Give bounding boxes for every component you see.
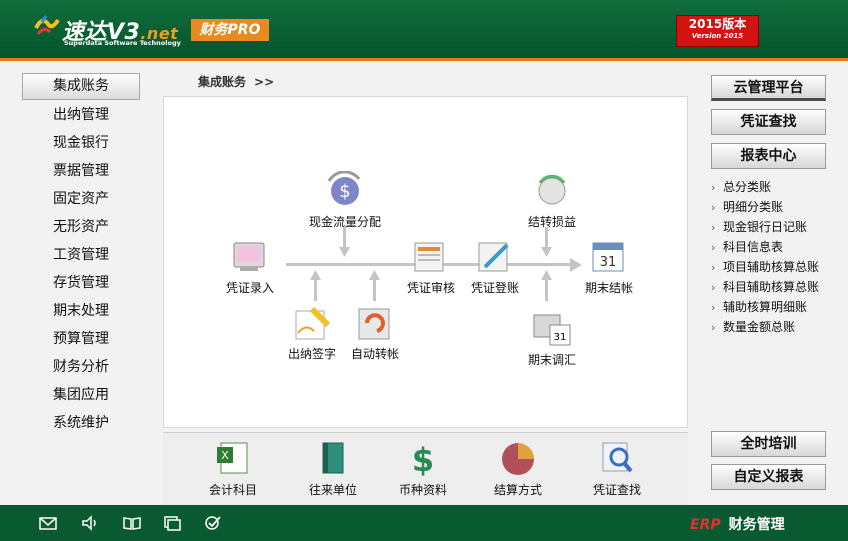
flow-line-cashier: [314, 279, 317, 301]
report-link-general-ledger[interactable]: › 总分类账: [711, 177, 826, 197]
book-icon[interactable]: [122, 515, 142, 531]
excel-icon: X: [213, 439, 253, 477]
nav-item-inventory[interactable]: 存货管理: [22, 269, 140, 297]
quick-voucher-search[interactable]: 凭证查找: [577, 439, 657, 498]
training-button[interactable]: 全时培训: [711, 431, 826, 457]
svg-text:$: $: [412, 441, 434, 477]
voucher-entry-icon: [228, 237, 272, 277]
quick-currency[interactable]: $ 币种资料: [383, 439, 463, 498]
nav-item-financial-analysis[interactable]: 财务分析: [22, 353, 140, 381]
period-close-icon: 31: [587, 237, 631, 277]
quick-access-bar: X 会计科目 往来单位 $ 币种资料 结算方式 凭证查找: [163, 432, 688, 505]
flow-arrow-up-auto: [369, 270, 380, 280]
chevron-right-icon: ›: [711, 241, 716, 254]
svg-text:$: $: [339, 181, 350, 202]
quick-settlement[interactable]: 结算方式: [478, 439, 558, 498]
flow-transfer-profit-loss[interactable]: 结转损益: [512, 171, 592, 230]
flow-cashflow-allocation[interactable]: $ 现金流量分配: [305, 170, 385, 230]
flow-arrow-down-pl: [541, 247, 552, 257]
report-list: › 总分类账 › 明细分类账 › 现金银行日记账 › 科目信息表 › 项目辅助核算总账 ›…: [711, 177, 826, 337]
workflow-canvas: 凭证录入 $ 现金流量分配 出纳签字 自动转帐 凭证审核 凭证登账 结转损益 3…: [163, 96, 688, 428]
mail-icon[interactable]: [38, 515, 58, 531]
voucher-audit-icon: [409, 237, 453, 277]
window-icon[interactable]: [162, 515, 182, 531]
chevron-right-icon: ›: [711, 301, 716, 314]
report-link-quantity-amount[interactable]: › 数量金额总账: [711, 317, 826, 337]
report-link-cash-bank-journal[interactable]: › 现金银行日记账: [711, 217, 826, 237]
breadcrumb-arrow: >>: [254, 75, 275, 89]
nav-item-cashier[interactable]: 出纳管理: [22, 101, 140, 129]
cloud-platform-button[interactable]: 云管理平台: [711, 75, 826, 101]
flow-line-period-adjust: [545, 279, 548, 301]
header-divider: [0, 58, 848, 61]
flow-arrow-up-adjust: [541, 270, 552, 280]
binder-icon: [313, 439, 353, 477]
flow-period-adjust[interactable]: 31 期末调汇: [512, 309, 592, 368]
report-link-project-aux-ledger[interactable]: › 项目辅助核算总账: [711, 257, 826, 277]
chevron-right-icon: ›: [711, 321, 716, 334]
app-header: 速达V3.net Superdata Software Technology 财…: [0, 0, 848, 58]
voucher-post-icon: [473, 237, 517, 277]
nav-item-intangible-assets[interactable]: 无形资产: [22, 213, 140, 241]
nav-item-system[interactable]: 系统维护: [22, 409, 140, 437]
nav-item-payroll[interactable]: 工资管理: [22, 241, 140, 269]
footer-brand: ERP 财务管理: [690, 514, 785, 534]
chevron-right-icon: ›: [711, 261, 716, 274]
logo-subtitle: Superdata Software Technology: [64, 39, 181, 47]
chevron-right-icon: ›: [711, 221, 716, 234]
nav-item-bills[interactable]: 票据管理: [22, 157, 140, 185]
breadcrumb: 集成账务 >>: [198, 73, 274, 90]
app-footer: ERP 财务管理: [0, 505, 848, 541]
report-link-account-aux-ledger[interactable]: › 科目辅助核算总账: [711, 277, 826, 297]
erp-label: ERP: [690, 517, 721, 533]
svg-text:31: 31: [600, 255, 617, 270]
flow-period-close[interactable]: 31 期末结帐: [569, 237, 649, 296]
svg-text:31: 31: [554, 332, 567, 343]
check-icon[interactable]: [203, 515, 223, 531]
flow-line-cashflow: [343, 227, 346, 249]
version-badge: 2015版本 Version 2015: [676, 15, 759, 47]
nav-item-period-end[interactable]: 期末处理: [22, 297, 140, 325]
report-link-aux-detail[interactable]: › 辅助核算明细账: [711, 297, 826, 317]
chevron-right-icon: ›: [711, 201, 716, 214]
brand-label: 财务管理: [728, 517, 785, 533]
dollar-icon: $: [403, 439, 443, 479]
cashier-sign-icon: [290, 303, 334, 343]
right-panel: 云管理平台 凭证查找 报表中心 › 总分类账 › 明细分类账 › 现金银行日记账 › 科…: [711, 75, 826, 337]
flow-auto-transfer[interactable]: 自动转帐: [335, 303, 415, 362]
custom-report-button[interactable]: 自定义报表: [711, 464, 826, 490]
logo-swirl-icon: [34, 15, 60, 35]
report-link-detail-ledger[interactable]: › 明细分类账: [711, 197, 826, 217]
flow-voucher-post[interactable]: 凭证登账: [455, 237, 535, 296]
nav-item-budget[interactable]: 预算管理: [22, 325, 140, 353]
quick-partners[interactable]: 往来单位: [293, 439, 373, 498]
breadcrumb-label: 集成账务: [198, 75, 247, 89]
chevron-right-icon: ›: [711, 181, 716, 194]
svg-text:X: X: [221, 449, 229, 462]
voucher-search-button[interactable]: 凭证查找: [711, 109, 826, 135]
auto-transfer-icon: [353, 303, 397, 343]
cashflow-icon: $: [323, 170, 367, 211]
flow-line-auto-transfer: [373, 279, 376, 301]
flow-arrow-up-cashier: [310, 270, 321, 280]
flow-line-transfer-pl: [545, 227, 548, 249]
flow-voucher-entry[interactable]: 凭证录入: [210, 237, 290, 296]
nav-item-group[interactable]: 集团应用: [22, 381, 140, 409]
nav-item-cash-bank[interactable]: 现金银行: [22, 129, 140, 157]
flow-arrow-down-cashflow: [339, 247, 350, 257]
report-link-account-info[interactable]: › 科目信息表: [711, 237, 826, 257]
period-adjust-icon: 31: [530, 309, 574, 349]
left-nav: 集成账务 出纳管理 现金银行 票据管理 固定资产 无形资产 工资管理 存货管理 …: [22, 73, 140, 437]
quick-chart-of-accounts[interactable]: X 会计科目: [193, 439, 273, 498]
magnifier-icon: [597, 439, 637, 477]
coins-chart-icon: [498, 439, 538, 477]
report-center-button[interactable]: 报表中心: [711, 143, 826, 169]
nav-item-integrated-accounts[interactable]: 集成账务: [22, 73, 140, 100]
chevron-right-icon: ›: [711, 281, 716, 294]
speaker-icon[interactable]: [80, 515, 100, 531]
transfer-pl-icon: [530, 171, 574, 211]
pro-badge: 财务PRO: [191, 19, 269, 41]
nav-item-fixed-assets[interactable]: 固定资产: [22, 185, 140, 213]
